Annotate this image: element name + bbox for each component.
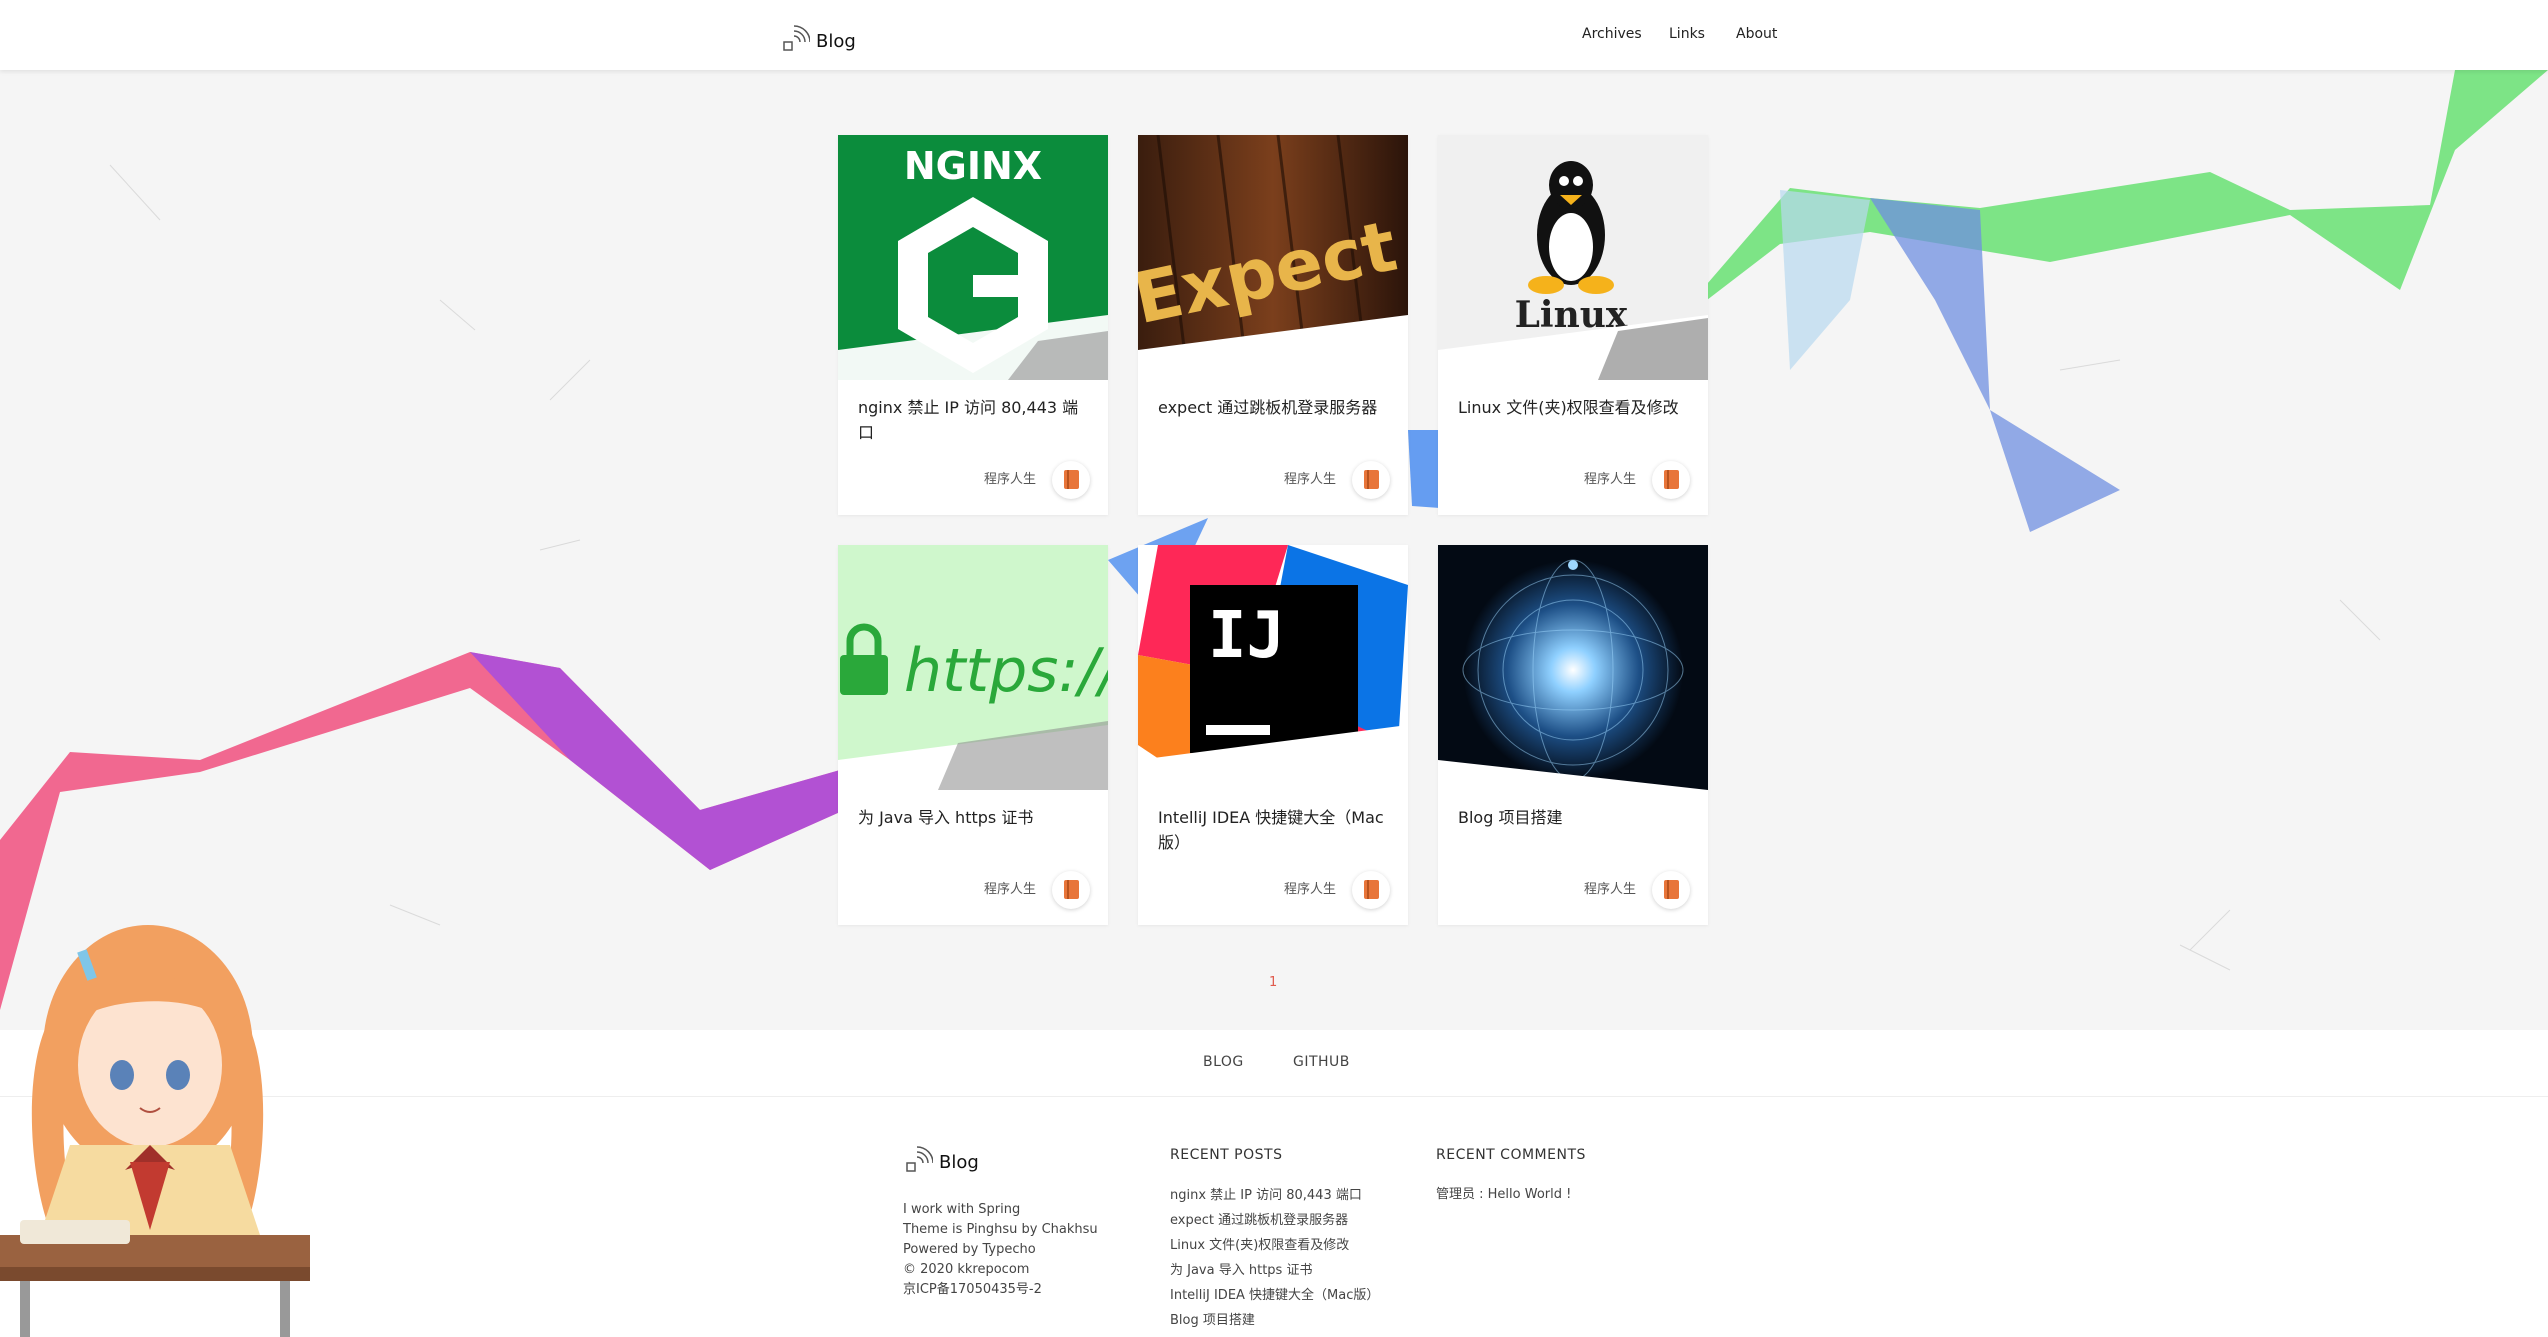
footer-about-line[interactable]: 京ICP备17050435号-2 — [903, 1280, 1098, 1300]
recent-post-link[interactable]: expect 通过跳板机登录服务器 — [1170, 1208, 1379, 1233]
post-thumbnail[interactable]: Expect — [1138, 135, 1408, 380]
post-category[interactable]: 程序人生 — [1284, 468, 1336, 487]
post-title[interactable]: expect 通过跳板机登录服务器 — [1158, 395, 1393, 420]
book-icon — [1364, 470, 1379, 489]
post-thumbnail[interactable] — [1438, 545, 1708, 790]
top-navbar: Blog Archives Links About — [0, 0, 2548, 70]
footer-links-bar: BLOG GITHUB — [0, 1030, 2548, 1097]
category-button[interactable] — [1652, 871, 1690, 909]
post-thumbnail[interactable]: https:// — [838, 545, 1108, 790]
nav-archives[interactable]: Archives — [1582, 26, 1642, 42]
post-card[interactable]: IJ IntelliJ IDEA 快捷键大全（Mac版） 程序人生 — [1138, 545, 1408, 925]
footer-about-line: I work with Spring — [903, 1202, 1021, 1217]
post-category[interactable]: 程序人生 — [984, 878, 1036, 897]
post-thumbnail[interactable]: IJ — [1138, 545, 1408, 790]
post-title[interactable]: nginx 禁止 IP 访问 80,443 端口 — [858, 395, 1093, 445]
category-button[interactable] — [1652, 461, 1690, 499]
post-category[interactable]: 程序人生 — [1284, 878, 1336, 897]
recent-post-link[interactable]: Linux 文件(夹)权限查看及修改 — [1170, 1233, 1379, 1258]
footer: Blog I work with Spring Theme is Pinghsu… — [0, 1097, 2548, 1337]
footer-logo-text: Blog — [939, 1151, 979, 1173]
post-card[interactable]: Expect expect 通过跳板机登录服务器 程序人生 — [1138, 135, 1408, 515]
post-category[interactable]: 程序人生 — [984, 468, 1036, 487]
footer-about-line: Powered by Typecho — [903, 1242, 1036, 1257]
post-card[interactable]: Linux Linux 文件(夹)权限查看及修改 程序人生 — [1438, 135, 1708, 515]
recent-post-link[interactable]: IntelliJ IDEA 快捷键大全（Mac版） — [1170, 1283, 1379, 1308]
post-title[interactable]: Blog 项目搭建 — [1458, 805, 1693, 830]
recent-post-link[interactable]: 为 Java 导入 https 证书 — [1170, 1258, 1379, 1283]
post-title[interactable]: 为 Java 导入 https 证书 — [858, 805, 1093, 830]
logo-text: Blog — [816, 30, 856, 52]
post-thumbnail[interactable]: Linux — [1438, 135, 1708, 380]
footer-link-github[interactable]: GITHUB — [1293, 1054, 1350, 1070]
recent-posts-heading: RECENT POSTS — [1170, 1147, 1283, 1163]
category-button[interactable] — [1052, 871, 1090, 909]
category-button[interactable] — [1052, 461, 1090, 499]
recent-comments-heading: RECENT COMMENTS — [1436, 1147, 1586, 1163]
anime-mascot-illustration[interactable] — [0, 900, 310, 1337]
nav-links[interactable]: Links — [1669, 26, 1705, 42]
nav-about[interactable]: About — [1736, 26, 1777, 42]
book-icon — [1064, 470, 1079, 489]
category-button[interactable] — [1352, 461, 1390, 499]
recent-post-link[interactable]: nginx 禁止 IP 访问 80,443 端口 — [1170, 1183, 1379, 1208]
post-category[interactable]: 程序人生 — [1584, 468, 1636, 487]
category-button[interactable] — [1352, 871, 1390, 909]
thumb-text: IJ — [1208, 599, 1285, 673]
pagination-current-page[interactable]: 1 — [1269, 975, 1277, 990]
footer-about: I work with Spring Theme is Pinghsu by C… — [903, 1200, 1098, 1300]
post-category[interactable]: 程序人生 — [1584, 878, 1636, 897]
recent-posts-list: nginx 禁止 IP 访问 80,443 端口 expect 通过跳板机登录服… — [1170, 1183, 1379, 1333]
post-thumbnail[interactable]: NGINX — [838, 135, 1108, 380]
post-card[interactable]: https:// 为 Java 导入 https 证书 程序人生 — [838, 545, 1108, 925]
site-logo[interactable]: Blog — [782, 22, 856, 52]
post-card[interactable]: Blog 项目搭建 程序人生 — [1438, 545, 1708, 925]
book-icon — [1364, 880, 1379, 899]
footer-logo[interactable]: Blog — [905, 1143, 979, 1173]
recent-post-link[interactable]: Blog 项目搭建 — [1170, 1308, 1379, 1333]
footer-about-line: © 2020 kkrepocom — [903, 1262, 1030, 1277]
footer-link-blog[interactable]: BLOG — [1203, 1054, 1244, 1070]
thumb-text: https:// — [904, 636, 1108, 706]
logo-icon — [906, 1146, 933, 1172]
book-icon — [1664, 880, 1679, 899]
post-card[interactable]: NGINX nginx 禁止 IP 访问 80,443 端口 程序人生 — [838, 135, 1108, 515]
recent-comment-link[interactable]: 管理员 : Hello World ! — [1436, 1183, 1571, 1202]
book-icon — [1064, 880, 1079, 899]
footer-about-line: Theme is Pinghsu by Chakhsu — [903, 1222, 1098, 1237]
thumb-text: NGINX — [904, 144, 1042, 188]
post-title[interactable]: Linux 文件(夹)权限查看及修改 — [1458, 395, 1693, 420]
book-icon — [1664, 470, 1679, 489]
post-title[interactable]: IntelliJ IDEA 快捷键大全（Mac版） — [1158, 805, 1393, 855]
logo-icon — [782, 22, 811, 52]
